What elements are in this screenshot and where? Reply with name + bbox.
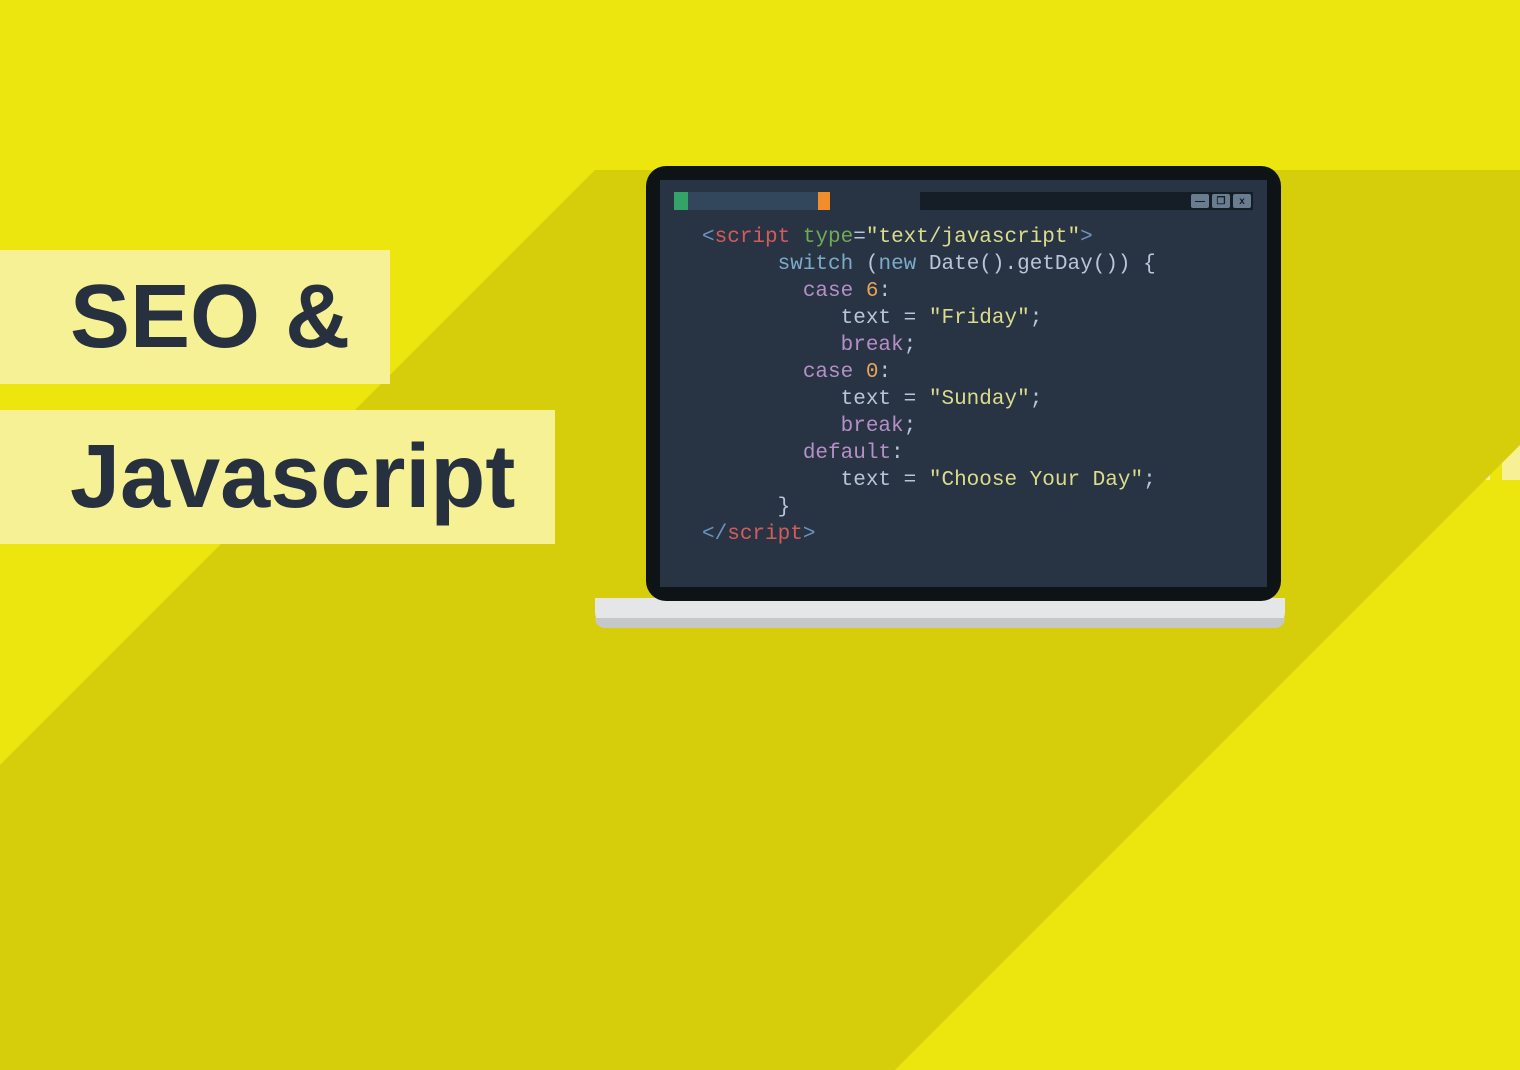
headline-line-1: SEO & — [0, 250, 390, 384]
code-block: <script type="text/javascript"> switch (… — [702, 224, 1247, 548]
titlebar-tab — [688, 192, 818, 210]
laptop-base — [595, 598, 1285, 628]
minimize-icon[interactable]: — — [1191, 194, 1209, 208]
close-icon[interactable]: x — [1233, 194, 1251, 208]
laptop-bezel: — ❐ x <script type="text/javascript"> sw… — [646, 166, 1281, 601]
maximize-icon[interactable]: ❐ — [1212, 194, 1230, 208]
headline-line-2: Javascript — [0, 410, 555, 544]
titlebar-accent-green — [674, 192, 688, 210]
titlebar-accent-orange — [818, 192, 830, 210]
editor-titlebar: — ❐ x — [674, 192, 1253, 210]
code-editor-screen: — ❐ x <script type="text/javascript"> sw… — [660, 180, 1267, 587]
titlebar-address: — ❐ x — [920, 192, 1253, 210]
